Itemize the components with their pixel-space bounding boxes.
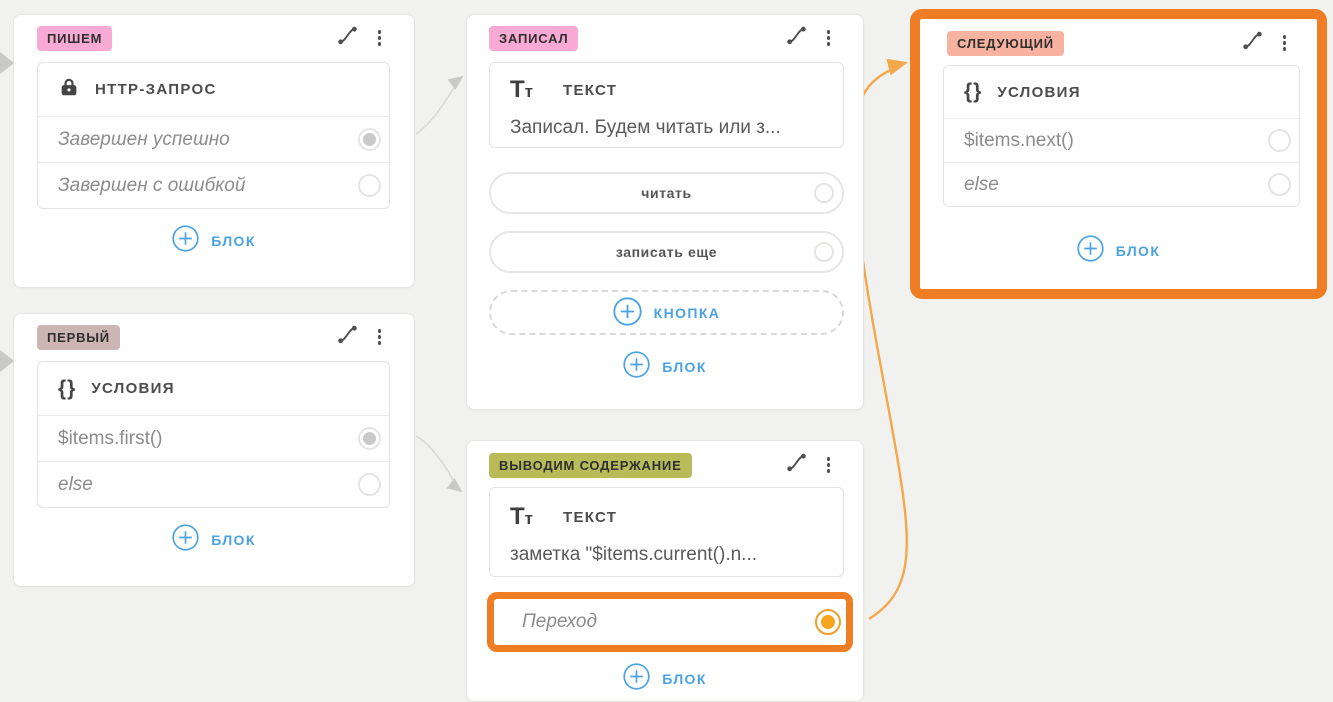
add-block-label: БЛОК xyxy=(211,532,256,548)
node-header: ПИШЕМ xyxy=(14,25,414,51)
node-title-badge[interactable]: ЗАПИСАЛ xyxy=(489,26,578,51)
plus-circle-icon xyxy=(1077,235,1104,267)
node-perviy: ПЕРВЫЙ {} УСЛОВИЯ $items.first() else БЛ… xyxy=(13,313,415,587)
add-block-button[interactable]: БЛОК xyxy=(920,237,1317,265)
node-title-badge[interactable]: СЛЕДУЮЩИЙ xyxy=(947,31,1064,56)
node-title-badge[interactable]: ПИШЕМ xyxy=(37,26,112,51)
option-row[interactable]: $items.first() xyxy=(38,415,389,461)
node-header: СЛЕДУЮЩИЙ xyxy=(920,30,1317,56)
arrowhead-icon xyxy=(886,54,910,75)
block-type-label: УСЛОВИЯ xyxy=(997,84,1080,101)
radio-port-icon[interactable] xyxy=(814,242,834,262)
block-type-label: УСЛОВИЯ xyxy=(91,380,174,397)
option-row[interactable]: else xyxy=(944,162,1299,206)
add-block-button[interactable]: БЛОК xyxy=(14,526,414,554)
kebab-menu-icon[interactable] xyxy=(824,454,834,476)
arrowhead-icon xyxy=(447,478,467,497)
button-label: записать еще xyxy=(616,244,717,260)
add-block-label: БЛОК xyxy=(662,359,707,375)
add-block-button[interactable]: БЛОК xyxy=(467,353,863,381)
node-header: ПЕРВЫЙ xyxy=(14,324,414,350)
radio-port-icon[interactable] xyxy=(814,183,834,203)
plus-circle-icon xyxy=(623,663,650,695)
plus-circle-icon xyxy=(172,225,199,257)
kebab-menu-icon[interactable] xyxy=(375,326,385,348)
node-header: ЗАПИСАЛ xyxy=(467,25,863,51)
text-format-icon: Тт xyxy=(510,503,533,531)
node-sleduyushchiy-highlighted: СЛЕДУЮЩИЙ {} УСЛОВИЯ $items.next() else … xyxy=(910,9,1327,299)
message-text: Записал. Будем читать или з... xyxy=(510,117,823,139)
option-label: Завершен с ошибкой xyxy=(58,175,245,197)
block-type-label: ТЕКСТ xyxy=(563,509,617,526)
button-zapisat-eshche[interactable]: записать еще xyxy=(489,231,844,273)
button-label: читать xyxy=(641,185,691,201)
radio-port-icon[interactable] xyxy=(358,128,381,151)
option-label: Завершен успешно xyxy=(58,129,230,151)
transition-row[interactable]: Переход xyxy=(494,599,846,645)
option-label: $items.next() xyxy=(964,130,1074,152)
radio-port-icon[interactable] xyxy=(815,609,841,635)
block-conditions[interactable]: {} УСЛОВИЯ xyxy=(944,66,1299,118)
connection-icon[interactable] xyxy=(337,324,358,350)
connector-perviy-vyvodim xyxy=(416,436,457,487)
kebab-menu-icon[interactable] xyxy=(375,27,385,49)
option-row[interactable]: Завершен успешно xyxy=(38,116,389,162)
transition-label: Переход xyxy=(522,611,597,633)
plus-circle-icon xyxy=(613,297,642,329)
braces-icon: {} xyxy=(58,377,76,401)
block-text[interactable]: Тт ТЕКСТ заметка "$items.current().n... xyxy=(489,487,844,577)
plus-circle-icon xyxy=(172,524,199,556)
add-button-button[interactable]: КНОПКА xyxy=(489,290,844,335)
node-pishem: ПИШЕМ HTTP-ЗАПРОС Завершен успешно Завер… xyxy=(13,14,415,288)
option-label: $items.first() xyxy=(58,428,163,450)
connector-pishem-zapisal xyxy=(416,83,457,134)
block-type-label: ТЕКСТ xyxy=(563,82,617,99)
radio-port-icon[interactable] xyxy=(1268,129,1291,152)
kebab-menu-icon[interactable] xyxy=(1280,32,1290,54)
connection-icon[interactable] xyxy=(1242,30,1263,56)
flow-canvas: { "colors": { "canvas_bg": "#f1f1ef", "a… xyxy=(0,0,1333,695)
node-title-badge[interactable]: ВЫВОДИМ СОДЕРЖАНИЕ xyxy=(489,453,692,478)
block-conditions[interactable]: {} УСЛОВИЯ xyxy=(38,362,389,415)
radio-port-icon[interactable] xyxy=(358,174,381,197)
node-header: ВЫВОДИМ СОДЕРЖАНИЕ xyxy=(467,452,863,478)
block-type-label: HTTP-ЗАПРОС xyxy=(95,81,217,98)
highlight-perehod: Переход xyxy=(487,592,853,652)
add-block-button[interactable]: БЛОК xyxy=(14,227,414,255)
block-text[interactable]: Тт ТЕКСТ Записал. Будем читать или з... xyxy=(489,62,844,148)
option-label: else xyxy=(964,174,999,196)
connection-icon[interactable] xyxy=(337,25,358,51)
add-block-label: БЛОК xyxy=(1116,243,1161,259)
option-row[interactable]: Завершен с ошибкой xyxy=(38,162,389,208)
connection-icon[interactable] xyxy=(786,25,807,51)
button-chitat[interactable]: читать xyxy=(489,172,844,214)
option-row[interactable]: else xyxy=(38,461,389,507)
radio-port-icon[interactable] xyxy=(1268,173,1291,196)
lock-icon xyxy=(58,76,80,103)
option-row[interactable]: $items.next() xyxy=(944,118,1299,162)
radio-port-icon[interactable] xyxy=(358,427,381,450)
radio-port-icon[interactable] xyxy=(358,473,381,496)
text-format-icon: Тт xyxy=(510,76,533,104)
braces-icon: {} xyxy=(964,80,982,104)
add-block-label: БЛОК xyxy=(662,671,707,687)
node-vyvodim-soderzhanie: ВЫВОДИМ СОДЕРЖАНИЕ Тт ТЕКСТ заметка "$it… xyxy=(466,440,864,702)
arrowhead-icon xyxy=(0,350,14,372)
arrowhead-icon xyxy=(448,71,468,90)
connection-icon[interactable] xyxy=(786,452,807,478)
kebab-menu-icon[interactable] xyxy=(824,27,834,49)
add-button-label: КНОПКА xyxy=(654,305,721,321)
node-title-badge[interactable]: ПЕРВЫЙ xyxy=(37,325,120,350)
node-zapisal: ЗАПИСАЛ Тт ТЕКСТ Записал. Будем читать и… xyxy=(466,14,864,410)
option-label: else xyxy=(58,474,93,496)
message-text: заметка "$items.current().n... xyxy=(510,544,823,566)
block-http-request[interactable]: HTTP-ЗАПРОС xyxy=(38,63,389,116)
add-block-label: БЛОК xyxy=(211,233,256,249)
arrowhead-icon xyxy=(0,52,14,74)
plus-circle-icon xyxy=(623,351,650,383)
add-block-button[interactable]: БЛОК xyxy=(467,665,863,693)
